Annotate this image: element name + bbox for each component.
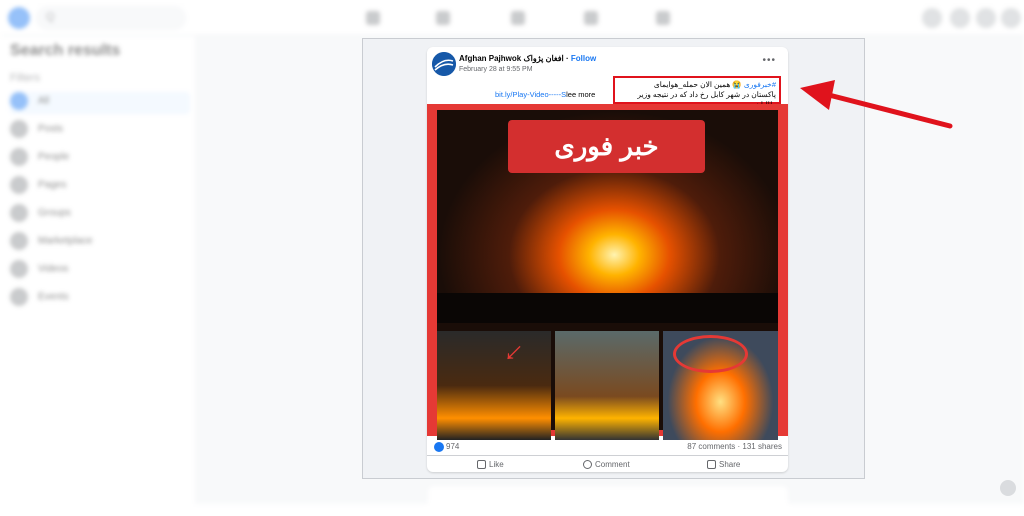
fire-photo-left: ↓ bbox=[437, 331, 551, 440]
events-icon bbox=[10, 288, 28, 306]
sidebar-item-people[interactable]: People bbox=[10, 148, 190, 170]
groups-icon[interactable] bbox=[584, 11, 598, 25]
sidebar-item-groups[interactable]: Groups bbox=[10, 204, 190, 226]
groups-icon bbox=[10, 204, 28, 222]
watch-icon[interactable] bbox=[436, 11, 450, 25]
videos-icon bbox=[10, 260, 28, 278]
facebook-logo-icon[interactable] bbox=[8, 7, 30, 29]
all-icon bbox=[10, 92, 28, 110]
post-image[interactable]: خبر فوری ↓ bbox=[427, 104, 788, 440]
top-navigation-bar: Q bbox=[0, 0, 1024, 36]
share-icon bbox=[707, 460, 716, 470]
home-icon[interactable] bbox=[366, 11, 380, 25]
reaction-summary[interactable]: 974 bbox=[434, 442, 459, 452]
people-icon bbox=[10, 148, 28, 166]
explosion-photo: خبر فوری bbox=[437, 110, 778, 323]
engagement-counts[interactable]: 87 comments · 131 shares bbox=[687, 442, 782, 451]
like-button[interactable]: Like bbox=[477, 460, 504, 470]
comment-button[interactable]: Comment bbox=[583, 460, 630, 470]
notifications-icon[interactable] bbox=[976, 8, 996, 28]
sidebar-item-marketplace[interactable]: Marketplace bbox=[10, 232, 190, 254]
messenger-icon[interactable] bbox=[950, 8, 970, 28]
sidebar-title: Search results bbox=[10, 42, 121, 59]
sidebar-item-posts[interactable]: Posts bbox=[10, 120, 190, 142]
post-link[interactable]: bit.ly/Play-Video-----Slee more bbox=[495, 90, 595, 99]
page-name[interactable]: Afghan Pajhwok افغان پژواک · Follow bbox=[459, 54, 596, 63]
image-collage: خبر فوری ↓ bbox=[437, 110, 778, 440]
sidebar-item-videos[interactable]: Videos bbox=[10, 260, 190, 282]
next-post-card bbox=[428, 486, 788, 516]
breaking-news-banner: خبر فوری bbox=[508, 120, 705, 173]
comments-count[interactable]: 87 comments bbox=[687, 442, 735, 451]
posts-icon bbox=[10, 120, 28, 138]
like-reaction-icon bbox=[434, 442, 444, 452]
red-circle-annotation bbox=[673, 335, 748, 373]
follow-link[interactable]: Follow bbox=[571, 54, 596, 63]
marketplace-icon[interactable] bbox=[511, 11, 525, 25]
thumbs-up-icon bbox=[477, 460, 486, 470]
fire-photo-middle bbox=[555, 331, 659, 440]
see-more-link[interactable]: lee more bbox=[566, 90, 595, 99]
sidebar-item-events[interactable]: Events bbox=[10, 288, 190, 310]
post-text-line1: #خبرفوری 😭 همین الان حمله_هوایمای bbox=[653, 80, 776, 89]
share-button[interactable]: Share bbox=[707, 460, 740, 470]
filters-label: Filters bbox=[10, 72, 40, 84]
gaming-icon[interactable] bbox=[656, 11, 670, 25]
sidebar-item-pages[interactable]: Pages bbox=[10, 176, 190, 198]
menu-icon[interactable] bbox=[922, 8, 942, 28]
jet-explosion-photo bbox=[663, 331, 778, 440]
search-sidebar: Search results Filters All Posts People … bbox=[0, 36, 195, 504]
hashtag-link[interactable]: #خبرفوری bbox=[744, 80, 776, 89]
sidebar-item-all[interactable]: All bbox=[10, 92, 190, 114]
comment-icon bbox=[583, 460, 592, 470]
pages-icon bbox=[10, 176, 28, 194]
post-actions: Like Comment Share bbox=[427, 455, 788, 472]
red-annotation-arrow-icon bbox=[800, 80, 953, 129]
post-card: Afghan Pajhwok افغان پژواک · Follow Febr… bbox=[427, 47, 788, 472]
marketplace-icon bbox=[10, 232, 28, 250]
city-skyline bbox=[437, 293, 778, 323]
red-arrow-icon: ↓ bbox=[497, 334, 532, 369]
chat-bubble-icon[interactable] bbox=[1000, 480, 1016, 496]
search-input[interactable]: Q bbox=[36, 6, 186, 30]
more-options-icon[interactable]: ••• bbox=[762, 55, 776, 66]
highlighted-post-text: #خبرفوری 😭 همین الان حمله_هوایمای پاکستا… bbox=[613, 76, 781, 109]
shares-count[interactable]: 131 shares bbox=[742, 442, 782, 451]
post-date[interactable]: February 28 at 9:55 PM bbox=[459, 66, 533, 73]
page-avatar[interactable] bbox=[432, 52, 456, 76]
account-avatar[interactable] bbox=[1001, 8, 1021, 28]
